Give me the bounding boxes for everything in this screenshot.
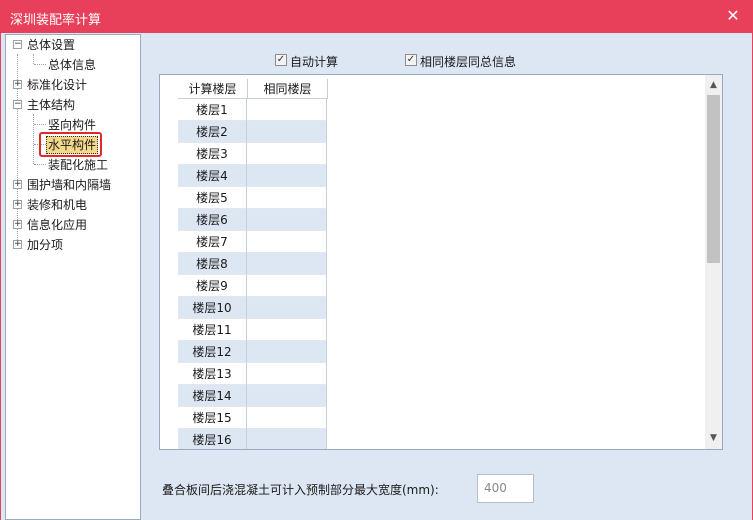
table-row[interactable]: 楼层3 <box>178 143 328 165</box>
same-floor-cell[interactable] <box>247 165 327 187</box>
scroll-up-icon[interactable]: ▲ <box>705 77 722 94</box>
same-floor-cell[interactable] <box>247 253 327 275</box>
expand-icon[interactable]: + <box>13 240 22 249</box>
table-row[interactable]: 楼层8 <box>178 253 328 275</box>
scroll-thumb[interactable] <box>707 95 720 263</box>
scroll-down-icon[interactable]: ▼ <box>705 430 722 447</box>
floor-grid: 计算楼层 相同楼层 楼层1 楼层2 楼层3 楼层4 楼层5 楼层6 楼层7 楼层8 楼层9 楼层1… <box>159 74 723 450</box>
tree-item-label: 装修和机电 <box>27 198 88 212</box>
table-row[interactable]: 楼层6 <box>178 209 328 231</box>
max-width-input[interactable]: 400 <box>477 474 534 503</box>
same-floor-cell[interactable] <box>247 209 327 231</box>
calc-floor-cell[interactable]: 楼层9 <box>178 275 247 297</box>
same-floor-cell[interactable] <box>247 99 327 121</box>
calc-floor-cell[interactable]: 楼层7 <box>178 231 247 253</box>
title-bar: 深圳装配率计算 ✕ <box>0 0 753 33</box>
calc-floor-cell[interactable]: 楼层5 <box>178 187 247 209</box>
auto-calc-label: 自动计算 <box>290 55 339 69</box>
expand-icon[interactable]: + <box>13 180 22 189</box>
auto-calc-checkbox[interactable]: ✓ <box>275 54 287 66</box>
calc-floor-cell[interactable]: 楼层15 <box>178 407 247 429</box>
tree-item-label: 信息化应用 <box>27 218 88 232</box>
tree-item-label: 总体信息 <box>48 58 97 72</box>
same-floor-cell[interactable] <box>247 297 327 319</box>
table-row[interactable]: 楼层2 <box>178 121 328 143</box>
table-row[interactable]: 楼层15 <box>178 407 328 429</box>
same-floor-cell[interactable] <box>247 319 327 341</box>
tree-item-label: 围护墙和内隔墙 <box>27 178 112 192</box>
auto-calc-option[interactable]: ✓ 自动计算 <box>275 53 355 69</box>
collapse-icon[interactable]: − <box>13 40 22 49</box>
vertical-scrollbar[interactable]: ▲ ▼ <box>705 75 722 449</box>
table-row[interactable]: 楼层5 <box>178 187 328 209</box>
table-row[interactable]: 楼层14 <box>178 385 328 407</box>
calc-floor-cell[interactable]: 楼层4 <box>178 165 247 187</box>
table-row[interactable]: 楼层16 <box>178 429 328 449</box>
same-floor-cell[interactable] <box>247 231 327 253</box>
calc-floor-cell[interactable]: 楼层6 <box>178 209 247 231</box>
same-floor-cell[interactable] <box>247 143 327 165</box>
same-floor-cell[interactable] <box>247 407 327 429</box>
calc-floor-cell[interactable]: 楼层12 <box>178 341 247 363</box>
tree-connector <box>34 124 46 125</box>
column-header-calc-floor[interactable]: 计算楼层 <box>178 79 248 99</box>
same-floor-cell[interactable] <box>247 187 327 209</box>
tree-connector <box>34 64 46 65</box>
table-row[interactable]: 楼层12 <box>178 341 328 363</box>
same-floor-cell[interactable] <box>247 121 327 143</box>
calc-floor-cell[interactable]: 楼层14 <box>178 385 247 407</box>
collapse-icon[interactable]: − <box>13 100 22 109</box>
calc-floor-cell[interactable]: 楼层16 <box>178 429 247 449</box>
close-icon[interactable]: ✕ <box>723 6 743 26</box>
calc-floor-cell[interactable]: 楼层11 <box>178 319 247 341</box>
same-floor-option[interactable]: ✓ 相同楼层同总信息 <box>405 53 535 69</box>
same-floor-cell[interactable] <box>247 341 327 363</box>
calc-floor-cell[interactable]: 楼层2 <box>178 121 247 143</box>
calc-floor-cell[interactable]: 楼层13 <box>178 363 247 385</box>
tree-item-label: 装配化施工 <box>48 158 109 172</box>
same-floor-cell[interactable] <box>247 363 327 385</box>
tree-item-label: 主体结构 <box>27 98 76 112</box>
highlight-box <box>39 132 102 157</box>
same-floor-cell[interactable] <box>247 429 327 449</box>
calc-floor-cell[interactable]: 楼层1 <box>178 99 247 121</box>
expand-icon[interactable]: + <box>13 200 22 209</box>
tree-item-label: 加分项 <box>27 238 64 252</box>
table-row[interactable]: 楼层11 <box>178 319 328 341</box>
table-row[interactable]: 楼层9 <box>178 275 328 297</box>
calc-floor-cell[interactable]: 楼层3 <box>178 143 247 165</box>
settings-tree: − 总体设置 总体信息 + 标准化设计 − 主体结构 竖向构件 水平构件 装配化… <box>5 34 141 520</box>
table-row[interactable]: 楼层4 <box>178 165 328 187</box>
tree-item-label: 总体设置 <box>27 38 76 52</box>
max-width-label: 叠合板间后浇混凝土可计入预制部分最大宽度(mm): <box>162 483 439 497</box>
calc-floor-cell[interactable]: 楼层8 <box>178 253 247 275</box>
table-row[interactable]: 楼层13 <box>178 363 328 385</box>
tree-connector <box>33 54 34 64</box>
table-row[interactable]: 楼层1 <box>178 99 328 121</box>
same-floor-checkbox[interactable]: ✓ <box>405 54 417 66</box>
table-row[interactable]: 楼层7 <box>178 231 328 253</box>
tree-item-label: 标准化设计 <box>27 78 88 92</box>
calc-floor-cell[interactable]: 楼层10 <box>178 297 247 319</box>
tree-connector <box>34 164 46 165</box>
table-row[interactable]: 楼层10 <box>178 297 328 319</box>
expand-icon[interactable]: + <box>13 80 22 89</box>
tree-connector <box>33 114 34 164</box>
same-floor-cell[interactable] <box>247 385 327 407</box>
expand-icon[interactable]: + <box>13 220 22 229</box>
same-floor-label: 相同楼层同总信息 <box>420 55 517 69</box>
window-border <box>0 33 1 520</box>
same-floor-cell[interactable] <box>247 275 327 297</box>
window-title: 深圳装配率计算 <box>10 13 102 28</box>
column-header-same-floor[interactable]: 相同楼层 <box>248 79 328 99</box>
